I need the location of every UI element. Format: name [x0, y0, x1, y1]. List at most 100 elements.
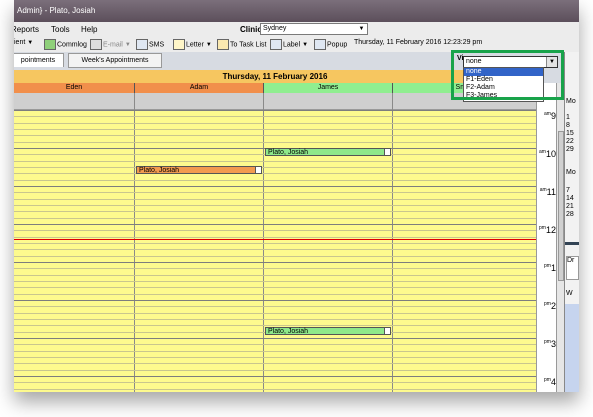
- grid-line: [14, 261, 536, 263]
- panel-box[interactable]: Dr: [566, 256, 579, 280]
- task-list-label: To Task List: [230, 41, 267, 49]
- popup-button[interactable]: Popup: [314, 39, 347, 50]
- grid-line: [14, 110, 536, 111]
- calendar-day[interactable]: 15: [566, 130, 574, 137]
- appointment-end-marker: [384, 149, 390, 155]
- grid-line: [14, 179, 536, 181]
- grid-line: [14, 141, 536, 143]
- chevron-down-icon[interactable]: ▼: [206, 42, 212, 48]
- letter-button[interactable]: Letter ▼: [173, 39, 212, 50]
- sms-label: SMS: [149, 41, 165, 49]
- calendar-day[interactable]: 21: [566, 203, 574, 210]
- grid-line: [14, 318, 536, 320]
- mini-calendar-label: Mo: [566, 98, 576, 105]
- grid-line: [14, 242, 536, 244]
- calendar-day[interactable]: 7: [566, 187, 570, 194]
- patient-button[interactable]: ient ▼: [14, 39, 33, 46]
- appointment-block[interactable]: Plato, Josiah: [136, 166, 262, 174]
- clinic-select[interactable]: Sydney ▼: [260, 23, 368, 35]
- commlog-label: Commlog: [57, 41, 87, 49]
- panel-list[interactable]: [565, 304, 579, 392]
- grid-line: [14, 135, 536, 137]
- popup-icon: [314, 39, 326, 50]
- current-time-line: [14, 239, 536, 240]
- grid-line: [14, 337, 536, 339]
- grid-line: [14, 306, 536, 308]
- grid-line: [14, 312, 536, 314]
- letter-icon: [173, 39, 185, 50]
- grid-line: [14, 160, 536, 162]
- highlight-box: [451, 50, 564, 100]
- popup-label: Popup: [327, 41, 348, 49]
- time-label: pm3: [544, 339, 556, 349]
- menu-tools[interactable]: Tools: [51, 25, 70, 34]
- tab-weeks-label: Week's Appointments: [81, 57, 149, 64]
- chevron-down-icon[interactable]: ▼: [125, 42, 131, 48]
- tab-appointments-label: pointments: [20, 57, 56, 64]
- provider-header-eden[interactable]: Eden: [14, 83, 135, 93]
- grid-line: [14, 299, 536, 301]
- grid-line: [14, 255, 536, 257]
- time-label: pm1: [544, 263, 556, 273]
- grid-line: [14, 369, 536, 371]
- panel-divider: [565, 242, 579, 245]
- grid-line: [14, 217, 536, 219]
- grid-line: [14, 249, 536, 251]
- chevron-down-icon: ▼: [358, 26, 365, 32]
- tab-weeks-appointments[interactable]: Week's Appointments: [68, 53, 162, 68]
- grid-line: [14, 122, 536, 124]
- grid-line: [14, 293, 536, 295]
- appointment-patient: Plato, Josiah: [139, 167, 180, 174]
- task-list-button[interactable]: To Task List: [217, 39, 266, 50]
- grid-line: [14, 268, 536, 270]
- tab-appointments[interactable]: pointments: [14, 53, 64, 67]
- grid-line: [14, 280, 536, 282]
- time-label: pm4: [544, 377, 556, 387]
- grid-line: [14, 167, 536, 168]
- grid-line: [14, 363, 536, 365]
- chevron-down-icon[interactable]: ▼: [27, 40, 33, 46]
- mini-calendar-label: Mo: [566, 169, 576, 176]
- appointment-block[interactable]: Plato, Josiah: [265, 148, 391, 156]
- provider-header-adam[interactable]: Adam: [135, 83, 264, 93]
- commlog-button[interactable]: Commlog: [44, 39, 87, 50]
- right-panel: Mo 1 8 15 22 29 Mo 7 14 21 28 Dr W: [564, 52, 579, 392]
- patient-button-label: ient: [14, 39, 26, 46]
- letter-label: Letter: [186, 41, 204, 49]
- sms-button[interactable]: SMS: [136, 39, 164, 50]
- appointment-block[interactable]: Plato, Josiah: [265, 327, 391, 335]
- time-label: am10: [539, 149, 556, 159]
- provider-header-james[interactable]: James: [264, 83, 393, 93]
- grid-line: [14, 274, 536, 276]
- grid-line: [14, 236, 536, 238]
- grid-line: [14, 211, 536, 213]
- appointment-end-marker: [255, 167, 261, 173]
- time-label: am9: [544, 111, 556, 121]
- time-label: pm12: [539, 225, 556, 235]
- menu-reports[interactable]: Reports: [14, 25, 39, 34]
- grid-line: [14, 382, 536, 384]
- calendar-day[interactable]: 1: [566, 114, 570, 121]
- email-label: E-mail: [103, 41, 123, 49]
- calendar-day[interactable]: 28: [566, 211, 574, 218]
- commlog-icon: [44, 39, 56, 50]
- sms-icon: [136, 39, 148, 50]
- calendar-day[interactable]: 8: [566, 122, 570, 129]
- panel-label: W: [566, 290, 573, 297]
- grid-line: [14, 375, 536, 377]
- grid-line: [14, 116, 536, 118]
- email-icon: [90, 39, 102, 50]
- email-button[interactable]: E-mail ▼: [90, 39, 131, 50]
- clinic-value: Sydney: [263, 25, 287, 32]
- grid-line: [14, 129, 536, 130]
- grid-line: [14, 388, 536, 390]
- calendar-day[interactable]: 29: [566, 146, 574, 153]
- calendar-day[interactable]: 14: [566, 195, 574, 202]
- label-button[interactable]: Label ▼: [270, 39, 308, 50]
- menu-help[interactable]: Help: [81, 25, 97, 34]
- calendar-day[interactable]: 22: [566, 138, 574, 145]
- time-label: pm2: [544, 301, 556, 311]
- chevron-down-icon[interactable]: ▼: [302, 42, 308, 48]
- grid-line: [14, 344, 536, 346]
- label-icon: [270, 39, 282, 50]
